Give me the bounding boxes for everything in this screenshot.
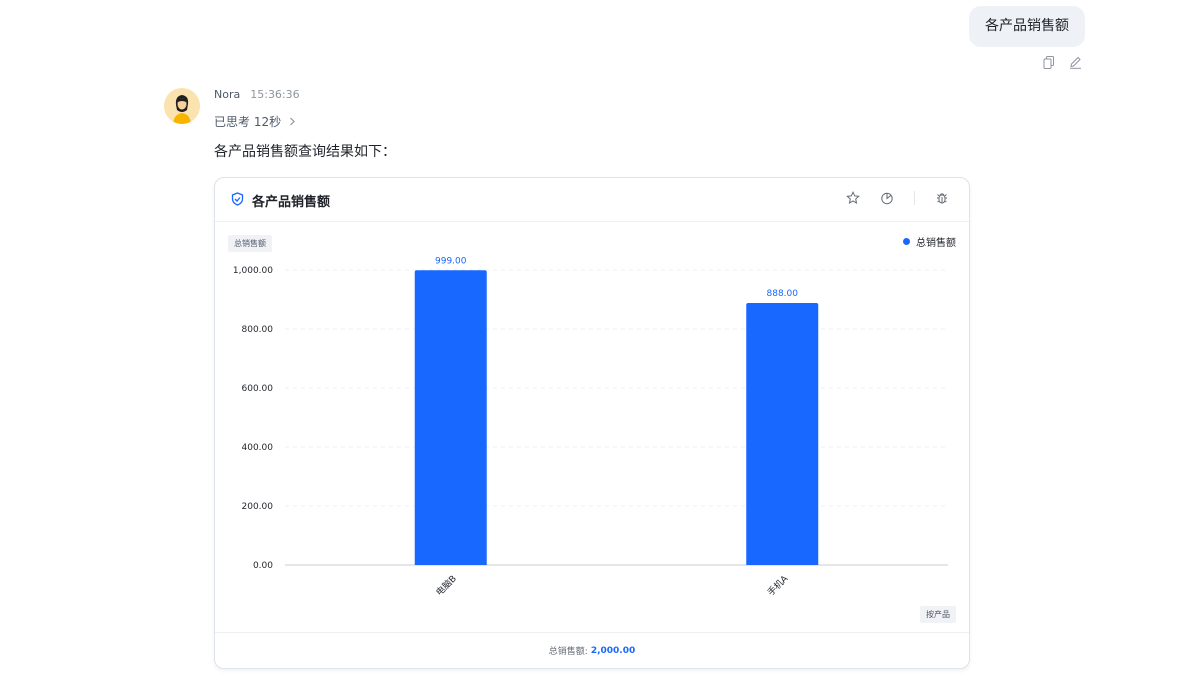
assistant-avatar — [164, 88, 200, 124]
edit-icon[interactable] — [1068, 55, 1082, 69]
assistant-meta: Nora 15:36:36 — [214, 88, 300, 101]
chart-card-tools — [846, 191, 949, 205]
answer-text: 各产品销售额查询结果如下： — [214, 144, 396, 160]
bar-chart: 0.00 200.00 400.00 600.00 800.00 1,000.00 999.… — [233, 256, 948, 599]
user-message-bubble: 各产品销售额 — [969, 6, 1085, 47]
user-message-actions — [1042, 55, 1082, 69]
bar[interactable] — [414, 270, 487, 565]
copy-icon[interactable] — [1042, 55, 1056, 69]
bar[interactable] — [746, 303, 819, 565]
assistant-name: Nora — [214, 88, 241, 101]
footer-total-label: 总销售额: — [548, 647, 588, 657]
chevron-right-icon — [289, 115, 296, 129]
chart-card: 各产品销售额 总销售额 按产品 总销售额 0.00 200.00 400.00 600 — [214, 177, 970, 669]
x-tick-label: 手机A — [765, 572, 791, 598]
y-tick-label: 800.00 — [242, 325, 274, 335]
bug-icon[interactable] — [935, 191, 949, 205]
x-tick-label: 电脑B — [433, 573, 459, 599]
footer-total-value: 2,000.00 — [590, 645, 636, 656]
bar-data-label: 888.00 — [767, 289, 799, 299]
chart-card-header: 各产品销售额 — [215, 178, 969, 222]
y-tick-label: 200.00 — [242, 502, 274, 512]
y-tick-label: 0.00 — [253, 561, 273, 571]
thinking-toggle[interactable]: 已思考 12秒 — [214, 113, 296, 130]
chart-card-title: 各产品销售额 — [231, 191, 330, 210]
y-tick-label: 400.00 — [242, 443, 274, 453]
chart-title-text: 各产品销售额 — [252, 195, 331, 210]
pie-chart-icon[interactable] — [880, 191, 894, 205]
thinking-label: 已思考 12秒 — [214, 115, 282, 129]
chat-page: 各产品销售额 Nora 15:36:36 已思考 12秒 各产品销售额查询结果如… — [0, 0, 1198, 674]
toolbar-divider — [914, 191, 915, 205]
y-tick-label: 1,000.00 — [233, 266, 273, 276]
message-timestamp: 15:36:36 — [250, 88, 300, 101]
chart-card-footer: 总销售额: 2,000.00 — [215, 632, 969, 668]
y-tick-label: 600.00 — [242, 384, 274, 394]
star-icon[interactable] — [846, 191, 860, 205]
bar-data-label: 999.00 — [435, 256, 467, 266]
shield-check-icon — [231, 191, 244, 210]
